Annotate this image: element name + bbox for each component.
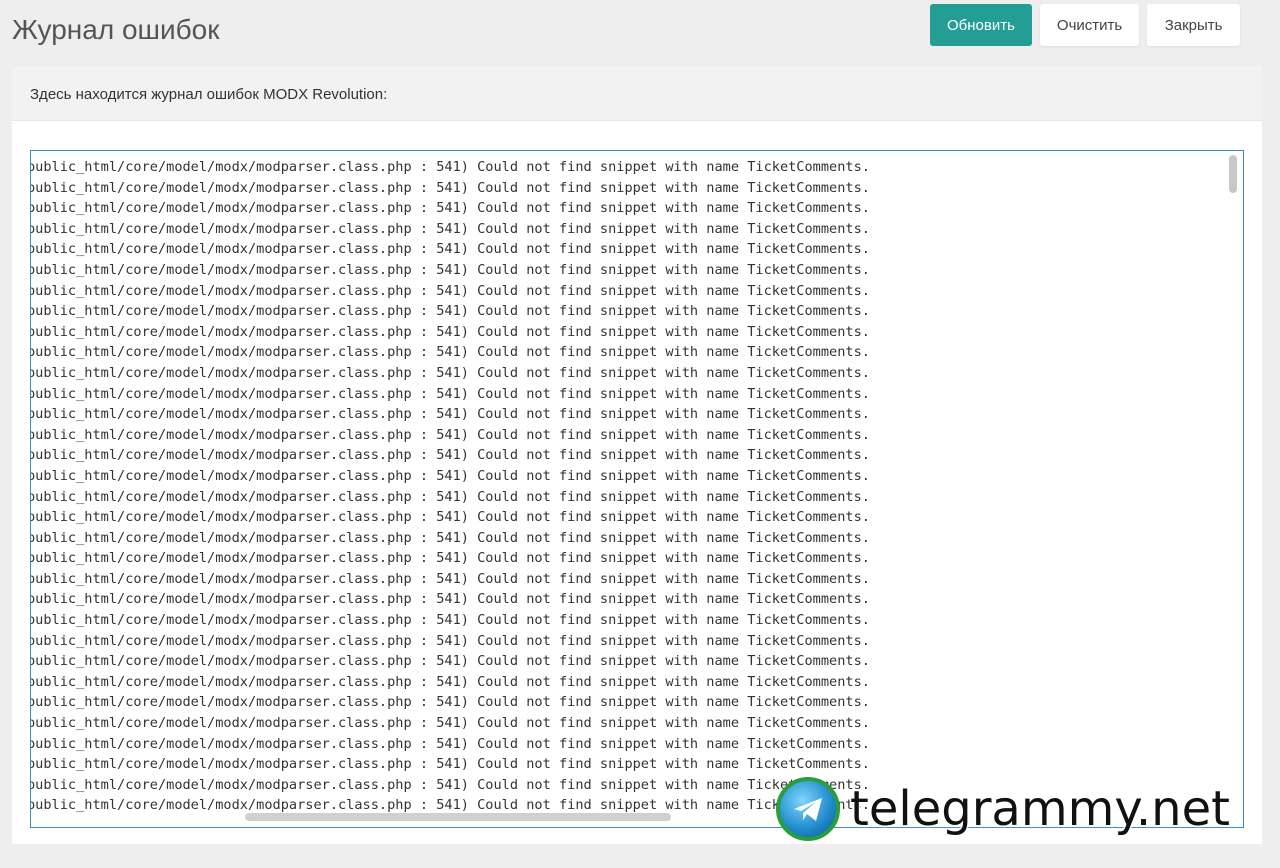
log-line: public_html/core/model/modx/modparser.cl… bbox=[31, 735, 870, 752]
log-line: public_html/core/model/modx/modparser.cl… bbox=[31, 529, 870, 546]
log-line: public_html/core/model/modx/modparser.cl… bbox=[31, 509, 870, 526]
log-line: public_html/core/model/modx/modparser.cl… bbox=[31, 550, 870, 567]
watermark: telegrammy.net bbox=[776, 776, 1266, 842]
log-line: public_html/core/model/modx/modparser.cl… bbox=[31, 241, 870, 258]
log-line: public_html/core/model/modx/modparser.cl… bbox=[31, 653, 870, 670]
log-line: public_html/core/model/modx/modparser.cl… bbox=[31, 261, 870, 278]
log-line: public_html/core/model/modx/modparser.cl… bbox=[31, 447, 870, 464]
log-line: public_html/core/model/modx/modparser.cl… bbox=[31, 282, 870, 299]
log-line: public_html/core/model/modx/modparser.cl… bbox=[31, 344, 870, 361]
log-line: public_html/core/model/modx/modparser.cl… bbox=[31, 385, 870, 402]
log-line: public_html/core/model/modx/modparser.cl… bbox=[31, 406, 870, 423]
page-title: Журнал ошибок bbox=[12, 14, 220, 45]
watermark-text: telegrammy.net bbox=[849, 780, 1231, 838]
toolbar: Обновить Очистить Закрыть bbox=[926, 0, 1244, 48]
log-line: public_html/core/model/modx/modparser.cl… bbox=[31, 200, 870, 217]
log-line: public_html/core/model/modx/modparser.cl… bbox=[31, 673, 870, 690]
log-line: public_html/core/model/modx/modparser.cl… bbox=[31, 591, 870, 608]
log-line: public_html/core/model/modx/modparser.cl… bbox=[31, 632, 870, 649]
log-line: public_html/core/model/modx/modparser.cl… bbox=[31, 467, 870, 484]
log-line: public_html/core/model/modx/modparser.cl… bbox=[31, 426, 870, 443]
telegram-logo-icon bbox=[776, 777, 840, 841]
vertical-scrollbar[interactable] bbox=[1229, 155, 1237, 193]
log-line: public_html/core/model/modx/modparser.cl… bbox=[31, 756, 870, 773]
log-line: public_html/core/model/modx/modparser.cl… bbox=[31, 715, 870, 732]
log-line: public_html/core/model/modx/modparser.cl… bbox=[31, 694, 870, 711]
log-line: public_html/core/model/modx/modparser.cl… bbox=[31, 220, 870, 237]
log-content: public_html/core/model/modx/modparser.cl… bbox=[31, 157, 1225, 816]
log-line: public_html/core/model/modx/modparser.cl… bbox=[31, 570, 870, 587]
log-line: public_html/core/model/modx/modparser.cl… bbox=[31, 364, 870, 381]
close-button[interactable]: Закрыть bbox=[1147, 4, 1240, 46]
log-line: public_html/core/model/modx/modparser.cl… bbox=[31, 159, 870, 175]
horizontal-scrollbar[interactable] bbox=[245, 813, 671, 821]
refresh-button[interactable]: Обновить bbox=[930, 4, 1032, 46]
panel-description: Здесь находится журнал ошибок MODX Revol… bbox=[12, 66, 1262, 121]
log-line: public_html/core/model/modx/modparser.cl… bbox=[31, 179, 870, 196]
log-line: public_html/core/model/modx/modparser.cl… bbox=[31, 303, 870, 320]
error-log-panel: Здесь находится журнал ошибок MODX Revol… bbox=[12, 66, 1262, 844]
error-log-textarea[interactable]: public_html/core/model/modx/modparser.cl… bbox=[30, 150, 1244, 828]
log-line: public_html/core/model/modx/modparser.cl… bbox=[31, 612, 870, 629]
log-line: public_html/core/model/modx/modparser.cl… bbox=[31, 323, 870, 340]
log-line: public_html/core/model/modx/modparser.cl… bbox=[31, 488, 870, 505]
clear-button[interactable]: Очистить bbox=[1039, 4, 1140, 46]
